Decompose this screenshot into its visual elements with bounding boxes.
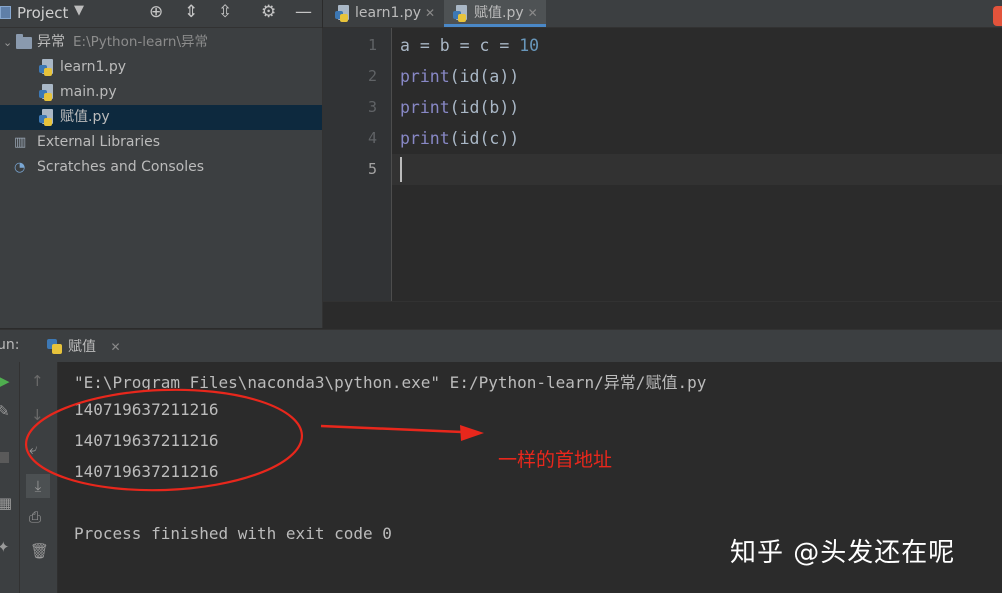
watermark: 知乎 @头发还在呢 — [730, 538, 956, 568]
annotation-ellipse — [24, 388, 304, 492]
annotation-arrow-shaft — [320, 424, 463, 434]
annotation-text: 一样的首地址 — [498, 449, 613, 471]
annotation-overlay — [24, 388, 484, 492]
annotation-arrowhead — [460, 425, 484, 441]
